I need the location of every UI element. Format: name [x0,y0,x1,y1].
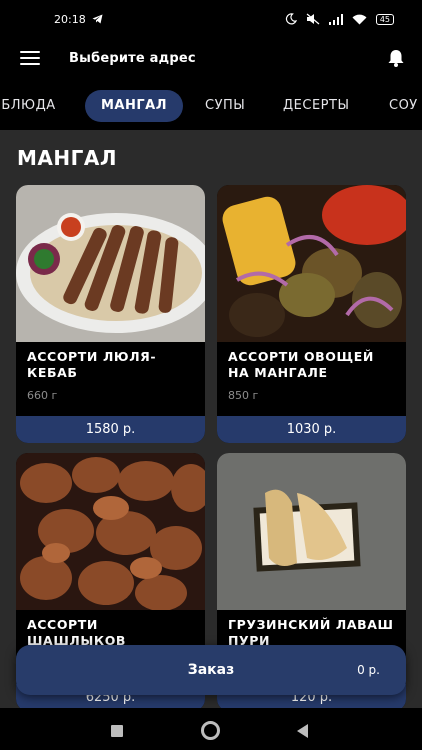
product-image [16,185,205,342]
product-name: АССОРТИ ОВОЩЕЙ НА МАНГАЛЕ [228,349,374,380]
order-total: 0 р. [357,663,380,677]
signal-icon [328,13,343,25]
product-image [16,453,205,610]
product-card[interactable]: АССОРТИ ОВОЩЕЙ НА МАНГАЛЕ 850 г 1030 р. [217,185,406,443]
mute-icon [306,13,320,25]
menu-icon[interactable] [20,51,40,65]
tab-dishes[interactable]: Е БЛЮДА [0,90,56,122]
tab-sauces[interactable]: СОУ [389,90,418,122]
battery-icon: 45 [375,13,394,25]
home-icon[interactable] [201,721,220,740]
product-price-button[interactable]: 1030 р. [217,416,406,443]
category-tabs: Е БЛЮДА МАНГАЛ СУПЫ ДЕСЕРТЫ СОУ [0,84,422,128]
app-header: Выберите адрес [0,38,422,78]
product-weight: 850 г [228,389,259,402]
wifi-icon [352,14,367,24]
product-card[interactable]: АССОРТИ ЛЮЛЯ-КЕБАБ 660 г 1580 р. [16,185,205,443]
recents-icon[interactable] [111,725,123,737]
moon-icon [285,13,297,25]
bell-icon[interactable] [386,48,406,68]
tab-desserts[interactable]: ДЕСЕРТЫ [283,90,349,122]
order-label: Заказ [187,662,235,678]
system-nav-bar [0,708,422,750]
order-button[interactable]: Заказ 0 р. [16,645,406,695]
back-icon[interactable] [297,724,308,738]
product-price-button[interactable]: 1580 р. [16,416,205,443]
telegram-icon [92,14,103,24]
product-image [217,453,406,610]
address-selector[interactable]: Выберите адрес [69,51,386,66]
section-title: МАНГАЛ [17,146,117,170]
product-image [217,185,406,342]
menu-content: МАНГАЛ АССОРТИ ЛЮЛЯ-КЕБАБ 660 г 1580 р. [0,130,422,708]
status-time: 20:18 [54,12,86,26]
product-weight: 660 г [27,389,58,402]
tab-soups[interactable]: СУПЫ [205,90,245,122]
product-name: АССОРТИ ЛЮЛЯ-КЕБАБ [27,349,157,380]
status-bar: 20:18 45 [0,0,422,38]
tab-mangal[interactable]: МАНГАЛ [85,90,184,122]
